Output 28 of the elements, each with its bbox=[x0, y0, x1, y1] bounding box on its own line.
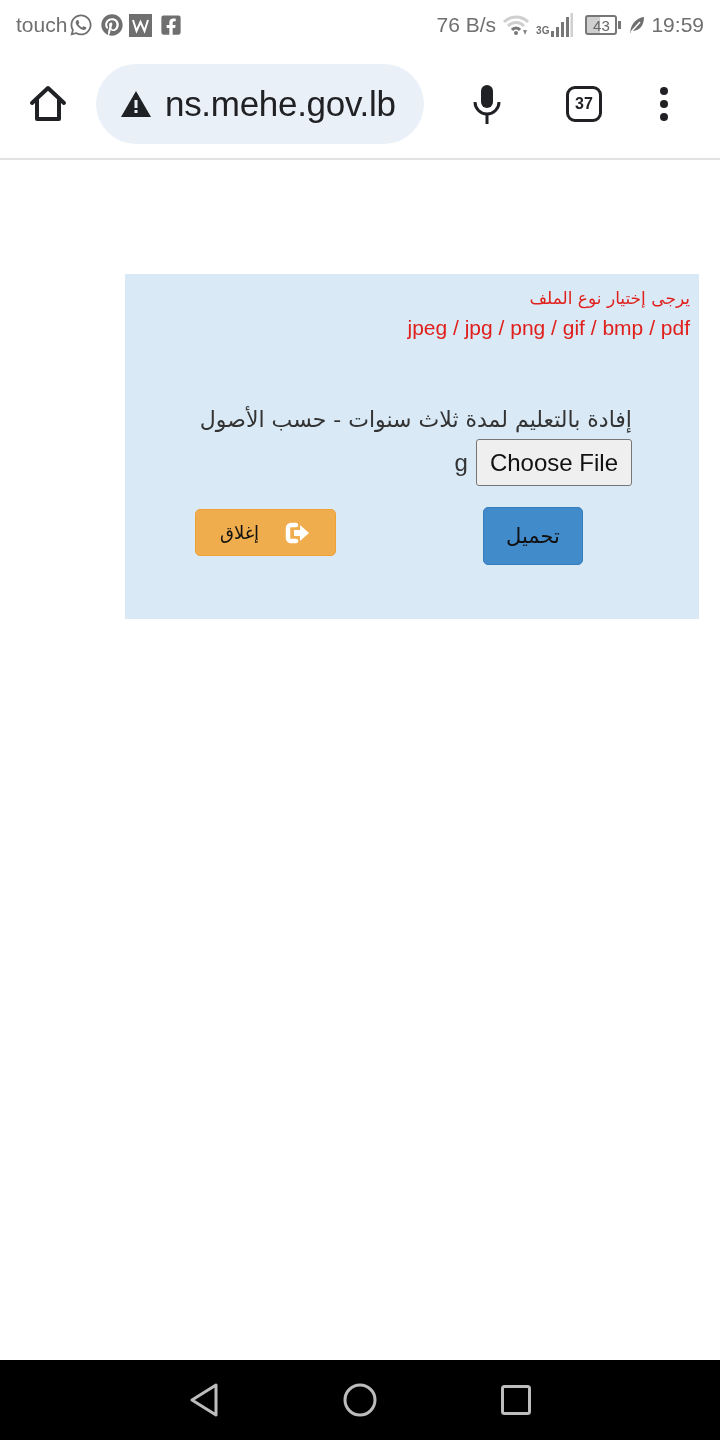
choose-file-button[interactable]: Choose File bbox=[475, 439, 632, 486]
network-speed: 76 B/s bbox=[436, 13, 497, 37]
whatsapp-icon bbox=[69, 13, 94, 37]
home-icon[interactable] bbox=[28, 85, 68, 123]
carrier-name: touch bbox=[16, 13, 68, 37]
facebook-icon bbox=[160, 14, 183, 36]
allowed-file-types: jpeg / jpg / png / gif / bmp / pdf bbox=[407, 315, 690, 341]
leaf-icon bbox=[629, 16, 646, 34]
file-name: g bbox=[454, 448, 468, 477]
pinterest-icon bbox=[101, 14, 124, 36]
recents-icon[interactable] bbox=[501, 1385, 531, 1415]
home-circle-icon[interactable] bbox=[343, 1383, 377, 1417]
file-type-hint: يرجى إختيار نوع الملف bbox=[529, 287, 690, 310]
close-button[interactable]: إغلاق bbox=[195, 509, 336, 556]
clock: 19:59 bbox=[651, 13, 704, 37]
tab-count-button[interactable]: 37 bbox=[566, 86, 602, 122]
battery-icon: 43 bbox=[585, 15, 618, 35]
signal-icon bbox=[551, 13, 574, 37]
wifi-icon bbox=[502, 14, 531, 36]
w-logo-icon bbox=[129, 13, 153, 37]
warning-icon bbox=[120, 90, 152, 118]
address-bar[interactable]: ns.mehe.gov.lb bbox=[96, 64, 424, 144]
back-icon[interactable] bbox=[189, 1383, 219, 1417]
microphone-icon[interactable] bbox=[472, 84, 502, 124]
menu-icon[interactable] bbox=[659, 87, 669, 121]
upload-button[interactable]: تحميل bbox=[483, 507, 583, 565]
network-type: 3G bbox=[536, 26, 550, 36]
document-label: إفادة بالتعليم لمدة ثلاث سنوات - حسب الأصول bbox=[199, 405, 632, 435]
